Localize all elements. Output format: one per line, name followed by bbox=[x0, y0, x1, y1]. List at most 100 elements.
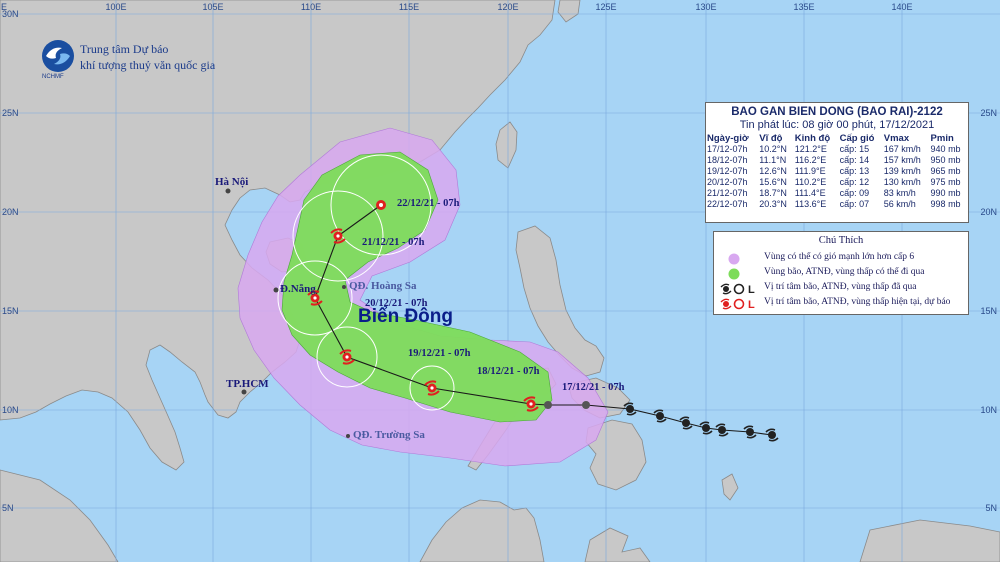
truong-sa-dot bbox=[346, 434, 350, 438]
date-label-22-12: 22/12/21 - 07h bbox=[397, 198, 460, 209]
cell: 111.9°E bbox=[794, 166, 826, 176]
hanoi-dot bbox=[225, 188, 231, 194]
cell: 11.1°N bbox=[759, 155, 787, 165]
past-position-symbols-icon: L bbox=[720, 283, 755, 296]
lon-tick: 120E bbox=[497, 2, 519, 12]
lat-tick-left: 10N bbox=[2, 405, 19, 415]
danang-label: Đ.Nẵng bbox=[280, 283, 316, 295]
cell: 998 mb bbox=[930, 199, 961, 209]
japan-kyushu bbox=[557, 0, 581, 23]
cell: cấp: 09 bbox=[839, 188, 870, 198]
legend-item-storm-zone: Vùng bão, ATNĐ, vùng thấp có thể đi qua bbox=[720, 267, 965, 281]
info-issued: Tin phát lúc: 08 giờ 00 phút, 17/12/2021 bbox=[739, 119, 935, 131]
cell: 990 mb bbox=[930, 188, 961, 198]
col-header-lon: Kinh độ bbox=[794, 133, 831, 144]
lat-tick-right: 15N bbox=[980, 306, 997, 316]
cell: cấp: 15 bbox=[839, 144, 870, 154]
cell: 965 mb bbox=[930, 166, 961, 176]
logo-line1: Trung tâm Dự báo bbox=[80, 42, 169, 56]
storm-zone-swatch-icon bbox=[728, 268, 740, 280]
table-row: 22/12-07h 20.3°N 113.6°E cấp: 07 56 km/h 998 … bbox=[706, 199, 968, 210]
lat-tick-left: 5N bbox=[2, 503, 14, 513]
col-header-pmin: Pmin bbox=[930, 133, 954, 144]
hcm-dot bbox=[241, 389, 247, 395]
past-storm-icon bbox=[765, 428, 779, 442]
lat-tick-left: 25N bbox=[2, 108, 19, 118]
lat-tick-left: 15N bbox=[2, 306, 19, 316]
cell: 20.3°N bbox=[759, 199, 787, 209]
cell: 21/12-07h bbox=[707, 188, 748, 198]
lon-tick: 140E bbox=[891, 2, 913, 12]
legend-text: Vùng có thể có gió mạnh lớn hơn cấp 6 bbox=[764, 252, 915, 262]
taiwan-island bbox=[495, 121, 518, 169]
past-storm-icon bbox=[544, 401, 552, 409]
borneo-island bbox=[419, 499, 545, 562]
cell: cấp: 07 bbox=[839, 199, 870, 209]
lon-tick: 105E bbox=[202, 2, 224, 12]
storm-data-table: Ngày-giờ Vĩ độ Kinh độ Cấp gió Vmax Pmin… bbox=[706, 133, 968, 210]
cell: cấp: 12 bbox=[839, 177, 870, 187]
cell: 15.6°N bbox=[759, 177, 787, 187]
cell: 950 mb bbox=[930, 155, 961, 165]
agency-logo: Trung tâm Dự báo khí tượng thuỷ văn quốc… bbox=[40, 38, 215, 80]
truong-sa-label: QĐ. Trường Sa bbox=[353, 429, 425, 441]
lon-tick: 130E bbox=[695, 2, 717, 12]
lat-tick-right: 10N bbox=[980, 405, 997, 415]
legend-item-wind-zone: Vùng có thể có gió mạnh lớn hơn cấp 6 bbox=[720, 252, 965, 266]
legend-text: Vị trí tâm bão, ATNĐ, vùng thấp hiện tại… bbox=[764, 297, 951, 307]
col-header-vmax: Vmax bbox=[883, 133, 910, 144]
lon-tick: 115E bbox=[398, 2, 420, 12]
logo-line2: khí tượng thuỷ văn quốc gia bbox=[80, 58, 216, 72]
cell: 20/12-07h bbox=[707, 177, 748, 187]
cell: 167 km/h bbox=[883, 144, 921, 154]
col-header-datetime: Ngày-giờ bbox=[707, 133, 749, 144]
lon-tick: 125E bbox=[595, 2, 617, 12]
date-label-18-12: 18/12/21 - 07h bbox=[477, 366, 540, 377]
hcm-label: TP.HCM bbox=[226, 378, 269, 390]
sea-label: Biển Đông bbox=[358, 306, 453, 327]
lat-tick-right: 5N bbox=[985, 503, 997, 513]
cell: 940 mb bbox=[930, 144, 961, 154]
lat-tick-right: 20N bbox=[980, 207, 997, 217]
col-header-lat: Vĩ độ bbox=[759, 133, 783, 144]
date-label-21-12: 21/12/21 - 07h bbox=[362, 237, 425, 248]
legend-title: Chú Thích bbox=[818, 235, 864, 246]
table-row: 20/12-07h 15.6°N 110.2°E cấp: 12 130 km/h 975… bbox=[706, 177, 968, 188]
legend-text: Vị trí tâm bão, ATNĐ, vùng thấp đã qua bbox=[764, 282, 917, 292]
halmahera-island bbox=[721, 473, 739, 501]
cell: 10.2°N bbox=[759, 144, 787, 154]
cell: 975 mb bbox=[930, 177, 961, 187]
cell: 83 km/h bbox=[883, 188, 916, 198]
svg-text:L: L bbox=[748, 299, 755, 311]
new-guinea bbox=[859, 519, 1000, 562]
past-storm-icon bbox=[679, 416, 693, 430]
forecast-position-symbols-icon: L bbox=[720, 298, 755, 311]
past-storm-icon bbox=[582, 401, 590, 409]
cell: 12.6°N bbox=[759, 166, 787, 176]
malay-peninsula bbox=[0, 469, 119, 562]
sulawesi-island bbox=[584, 527, 651, 562]
lon-tick: 135E bbox=[793, 2, 815, 12]
lat-tick-left: 30N bbox=[2, 9, 19, 19]
table-row: 21/12-07h 18.7°N 111.4°E cấp: 09 83 km/h 990 … bbox=[706, 188, 968, 199]
info-title: BAO GAN BIEN DONG (BAO RAI)-2122 bbox=[731, 106, 943, 118]
table-header-row: Ngày-giờ Vĩ độ Kinh độ Cấp gió Vmax Pmin bbox=[706, 133, 968, 144]
cell: 56 km/h bbox=[883, 199, 916, 209]
legend-box: Chú Thích Vùng có thể có gió mạnh lớn hơ… bbox=[713, 231, 969, 315]
cell: 17/12-07h bbox=[707, 144, 748, 154]
nchmf-logo-icon bbox=[42, 40, 74, 72]
wind-zone-swatch-icon bbox=[728, 253, 740, 265]
hoang-sa-dot bbox=[342, 285, 346, 289]
cell: 18/12-07h bbox=[707, 155, 748, 165]
past-storm-icon bbox=[653, 409, 667, 423]
lon-tick: 100E bbox=[105, 2, 127, 12]
cell: 121.2°E bbox=[794, 144, 827, 154]
hanoi-label: Hà Nội bbox=[215, 176, 249, 188]
date-label-19-12: 19/12/21 - 07h bbox=[408, 348, 471, 359]
lat-tick-right: 25N bbox=[980, 108, 997, 118]
danang-dot bbox=[273, 287, 279, 293]
cell: 139 km/h bbox=[883, 166, 921, 176]
legend-item-forecast-positions: L Vị trí tâm bão, ATNĐ, vùng thấp hiện t… bbox=[720, 297, 965, 311]
cell: 157 km/h bbox=[883, 155, 921, 165]
cell: 130 km/h bbox=[883, 177, 921, 187]
